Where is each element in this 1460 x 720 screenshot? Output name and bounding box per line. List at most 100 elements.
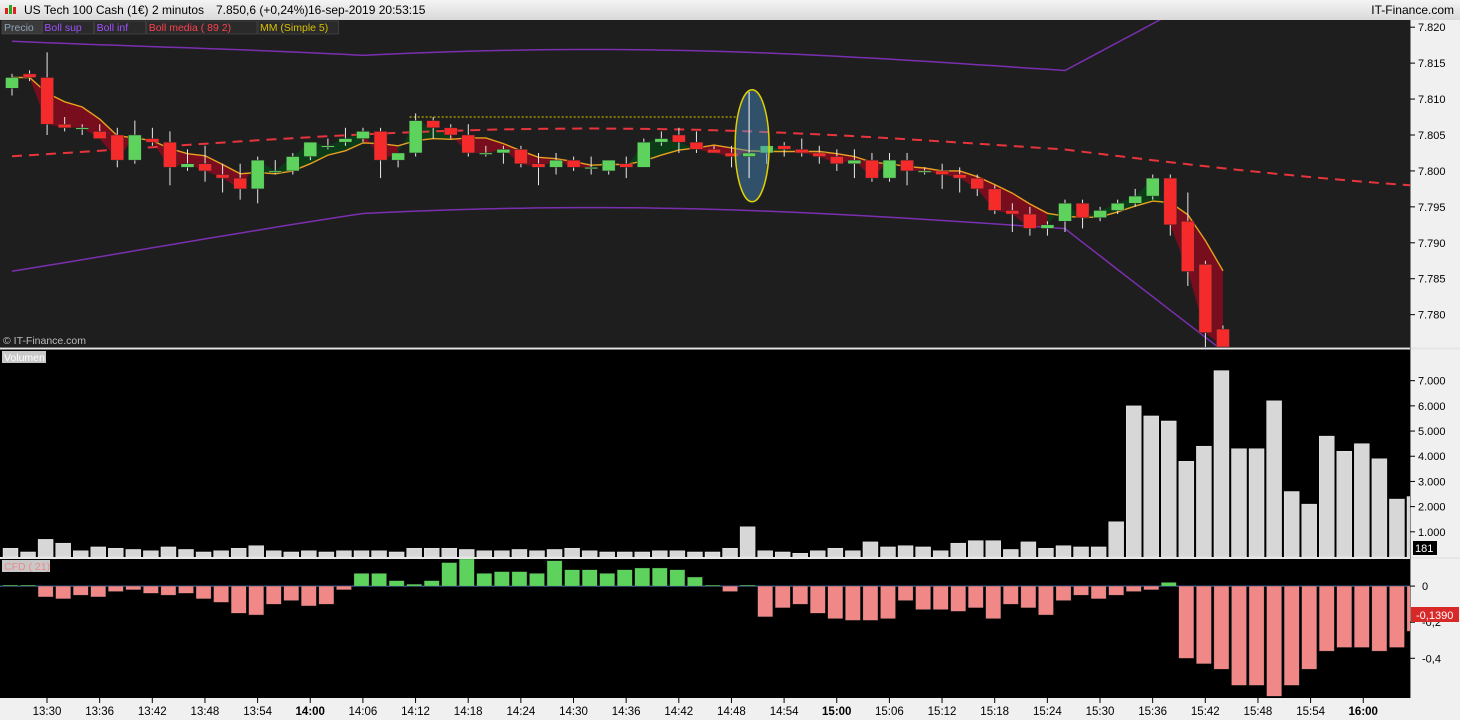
volume-tick-label: 5.000 [1418,426,1446,438]
cfd-bar [20,585,36,587]
volume-bar [564,547,580,557]
cfd-bar [230,585,247,614]
candle-body [619,163,633,168]
volume-bar [55,542,71,557]
candle [637,138,651,168]
cfd-bar [792,585,808,605]
candle-body [672,134,686,143]
candle-body [689,141,704,150]
cfd-bar [617,569,633,587]
cfd-bar [599,573,615,587]
candle-body [145,138,160,143]
time-tick-label: 14:42 [664,706,693,718]
cfd-bar [336,585,352,590]
price-tick-label: 7.795 [1418,202,1446,214]
cfd-bar [1126,585,1142,592]
cfd-bar [775,585,791,608]
candle-body [268,170,282,173]
time-tick-label: 15:18 [980,706,1009,718]
volume-bar [792,553,808,557]
cfd-bar [388,580,405,587]
candle-body [426,120,440,129]
time-tick-label: 16:00 [1349,706,1378,718]
candle-body [952,174,967,179]
cfd-bar [178,585,194,594]
volume-bar [1073,546,1089,557]
cfd-bar [459,559,475,587]
candle-body [5,77,19,89]
cfd-bar [1284,585,1300,686]
cfd-bar [634,567,650,587]
cfd-bar [37,585,54,598]
cfd-bar [2,585,19,587]
cfd-bar [283,585,299,601]
candle-body [970,177,984,190]
candle-body [1040,224,1055,229]
cfd-bar [739,585,756,587]
candle-body [988,188,1002,211]
cfd-bar [1213,585,1230,670]
volume-bar [318,551,335,557]
volume-bar [283,551,299,557]
candle-body [303,141,318,157]
volume-bar [546,549,563,557]
candle [988,185,1002,215]
time-tick-label: 13:42 [138,706,167,718]
volume-bar [90,546,106,557]
volume-bar [108,547,124,557]
candle-body [57,123,72,129]
cfd-bar [494,571,510,587]
candle-body [637,141,651,168]
cfd-bar [55,585,71,599]
candle-body [1058,203,1072,222]
volume-bar [143,550,159,557]
volume-bar [722,547,738,557]
chart-area[interactable]: 7.780 7.785 7.790 7.795 7.800 7.805 7.810 7.815… [0,0,1460,720]
candle-body [198,163,212,172]
volume-bar [195,551,212,557]
volume-bar [1301,503,1317,557]
candle-body [1023,213,1037,229]
time-tick-label: 14:48 [717,706,746,718]
candle-body [391,152,405,161]
candle-body [795,149,809,154]
cfd-bar [845,585,861,621]
volume-bar [406,547,422,557]
volume-bar [1371,458,1388,557]
last-cfd-label: -0,1390 [1416,610,1453,622]
price-tick-label: 7.790 [1418,238,1446,250]
candle-body [601,159,616,172]
volume-bar [1178,461,1195,557]
cfd-bar [722,585,738,592]
volume-bar [1354,443,1370,557]
cfd-bar [195,585,212,599]
cfd-bar [1301,585,1317,670]
volume-bar [915,546,931,557]
volume-bar [880,546,896,557]
candle-body [654,138,669,143]
cfd-bar [476,573,493,587]
volume-bar [845,550,861,557]
candle-body [496,149,511,154]
candle-body [163,141,177,168]
time-tick-label: 15:00 [822,706,851,718]
price-tick-label: 7.805 [1418,130,1446,142]
time-tick-label: 14:18 [454,706,483,718]
candle-body [1093,210,1107,218]
time-tick-label: 15:54 [1296,706,1325,718]
volume-bar [1283,491,1300,557]
volume-bar [897,545,914,557]
candle-body [215,174,230,179]
time-tick-label: 15:06 [875,706,904,718]
time-tick-label: 14:30 [559,706,588,718]
cfd-bar [1354,585,1370,648]
cfd-tick-label: 0 [1422,581,1428,593]
cfd-bar [564,569,580,587]
volume-bar [230,547,247,557]
volume-bar [1090,546,1107,557]
cfd-bar [704,585,721,587]
cfd-bar [546,560,563,587]
cfd-bar [424,580,440,587]
volume-bar [371,550,387,557]
cfd-bar [669,569,686,587]
